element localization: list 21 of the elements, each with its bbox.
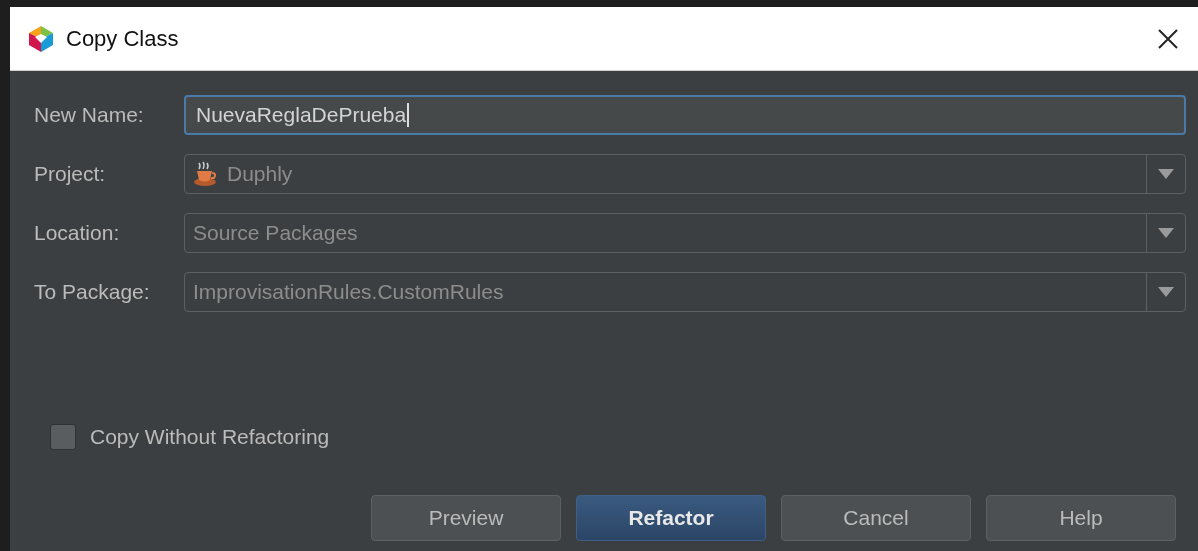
dialog-button[interactable]: Preview bbox=[371, 495, 561, 541]
dropdown[interactable]: ImprovisationRules.CustomRules bbox=[184, 272, 1186, 312]
checkbox[interactable] bbox=[50, 424, 76, 450]
dropdown-arrow-icon bbox=[1158, 228, 1174, 238]
field-label: To Package: bbox=[34, 280, 151, 304]
dialog-button[interactable]: Refactor bbox=[576, 495, 766, 541]
name-field[interactable]: NuevaReglaDePrueba bbox=[184, 95, 1186, 135]
field-label: Location: bbox=[34, 221, 121, 245]
close-icon bbox=[1157, 27, 1179, 50]
field-label: Project: bbox=[34, 162, 107, 186]
field-label: New Name: bbox=[34, 103, 145, 127]
cube-logo-icon bbox=[28, 24, 54, 53]
coffee-cup-icon bbox=[193, 161, 219, 187]
dialog-button[interactable]: Help bbox=[986, 495, 1176, 541]
checkbox-label: Copy Without Refactoring bbox=[90, 425, 330, 449]
dialog-button[interactable]: Cancel bbox=[781, 495, 971, 541]
dropdown-arrow-icon bbox=[1158, 169, 1174, 179]
dropdown[interactable]: Duphly bbox=[184, 154, 1186, 194]
dropdown-arrow-icon bbox=[1158, 287, 1174, 297]
dropdown[interactable]: Source Packages bbox=[184, 213, 1186, 253]
window-title: Copy Class bbox=[66, 25, 180, 52]
